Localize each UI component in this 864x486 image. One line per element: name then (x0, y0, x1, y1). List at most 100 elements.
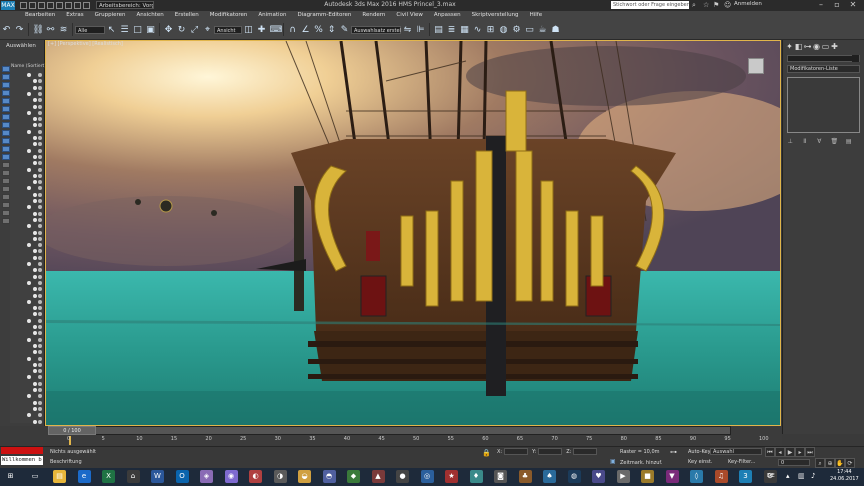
place-icon[interactable]: ⌖ (203, 25, 213, 35)
modify-tab-icon[interactable]: ◧ (794, 42, 803, 52)
rectangular-selection-icon[interactable]: □ (133, 25, 143, 35)
visibility-toggle-icon[interactable] (33, 350, 37, 355)
visibility-toggle-icon[interactable] (33, 79, 37, 84)
display-tab-icon[interactable]: ▭ (821, 42, 830, 52)
render-production-icon[interactable]: ☕ (538, 25, 548, 35)
scene-explorer-row[interactable] (10, 91, 43, 97)
freeze-toggle-icon[interactable] (38, 211, 42, 216)
scene-explorer-row[interactable] (10, 129, 43, 135)
freeze-toggle-icon[interactable] (38, 369, 42, 374)
menu-extras[interactable]: Extras (66, 11, 83, 20)
taskbar-clock[interactable]: 17:44 24.06.2017 (830, 469, 859, 483)
time-slider-track[interactable] (49, 426, 731, 435)
freeze-toggle-icon[interactable] (38, 413, 42, 418)
scene-explorer-row[interactable] (10, 343, 43, 349)
search-input[interactable]: Stichwort oder Frage eingeben (611, 1, 689, 9)
freeze-toggle-icon[interactable] (38, 192, 42, 197)
display-all-icon[interactable] (2, 82, 10, 88)
time-slider-thumb[interactable]: 0 / 100 (48, 426, 96, 435)
freeze-toggle-icon[interactable] (38, 167, 42, 172)
freeze-toggle-icon[interactable] (38, 173, 42, 178)
menu-diagramm-editoren[interactable]: Diagramm-Editoren (297, 11, 351, 20)
fetch-icon[interactable] (74, 2, 81, 9)
render-iterative-icon[interactable]: ☗ (551, 25, 561, 35)
display-cameras-icon[interactable] (2, 122, 10, 128)
visibility-toggle-icon[interactable] (27, 224, 31, 229)
freeze-toggle-icon[interactable] (38, 325, 42, 329)
freeze-toggle-icon[interactable] (38, 91, 42, 96)
viewport-label-menu[interactable]: [+] [Perspektive] [Realistisch] (48, 41, 123, 47)
select-move-icon[interactable]: ✥ (164, 25, 174, 35)
scene-explorer-row[interactable] (10, 318, 43, 324)
lock-selection-icon[interactable]: 🔒 (482, 449, 491, 457)
visibility-toggle-icon[interactable] (27, 148, 31, 153)
motion-tab-icon[interactable]: ◉ (812, 42, 821, 52)
app-icon[interactable]: ▲ (371, 470, 385, 483)
freeze-toggle-icon[interactable] (38, 419, 42, 424)
freeze-toggle-icon[interactable] (38, 400, 42, 405)
scene-explorer-row[interactable] (10, 286, 43, 292)
app-icon[interactable]: ♣ (518, 470, 532, 483)
app-icon[interactable]: ◎ (420, 470, 434, 483)
set-key-icon[interactable]: ⊶ (670, 448, 678, 456)
app-icon[interactable]: ◉ (224, 470, 238, 483)
volume-icon[interactable]: ♪ (811, 472, 815, 480)
visibility-toggle-icon[interactable] (33, 104, 37, 109)
scene-explorer-row[interactable] (10, 368, 43, 374)
menu-rendern[interactable]: Rendern (362, 11, 385, 20)
add-time-tag-button[interactable]: Zeitmark. hinzuf. (620, 460, 662, 466)
app-icon[interactable]: ◙ (494, 470, 507, 483)
visibility-toggle-icon[interactable] (33, 180, 37, 185)
y-coordinate-field[interactable] (538, 448, 563, 455)
visibility-toggle-icon[interactable] (33, 400, 37, 405)
menu-ansichten[interactable]: Ansichten (137, 11, 164, 20)
menu-civil-view[interactable]: Civil View (396, 11, 422, 20)
save-icon[interactable] (38, 2, 45, 9)
viewcube[interactable] (748, 58, 764, 74)
scene-explorer-row[interactable] (10, 267, 43, 273)
scene-explorer-row[interactable] (10, 173, 43, 179)
word-icon[interactable]: W (151, 470, 164, 483)
freeze-toggle-icon[interactable] (38, 217, 42, 222)
utilities-tab-icon[interactable]: ✚ (830, 42, 839, 52)
freeze-toggle-icon[interactable] (38, 406, 42, 411)
freeze-toggle-icon[interactable] (38, 199, 42, 203)
display-containers-icon[interactable] (2, 170, 10, 176)
visibility-toggle-icon[interactable] (27, 91, 31, 96)
scene-explorer-row[interactable] (10, 104, 43, 110)
menu-gruppieren[interactable]: Gruppieren (95, 11, 126, 20)
visibility-toggle-icon[interactable] (33, 388, 37, 392)
set-key-button[interactable]: Key einst. (688, 459, 712, 465)
modifier-stack[interactable] (787, 77, 860, 133)
current-frame-field[interactable]: 0 (778, 459, 810, 466)
visibility-toggle-icon[interactable] (27, 110, 31, 115)
object-name-field[interactable] (787, 55, 860, 62)
freeze-toggle-icon[interactable] (38, 293, 42, 298)
freeze-toggle-icon[interactable] (38, 350, 42, 355)
scene-explorer-row[interactable] (10, 400, 43, 406)
key-filters-button[interactable]: Key-Filter... (728, 459, 755, 465)
freeze-toggle-icon[interactable] (38, 154, 42, 159)
freeze-toggle-icon[interactable] (38, 331, 42, 336)
schematic-view-icon[interactable]: ⊞ (486, 25, 496, 35)
project-folder-icon[interactable] (83, 2, 90, 9)
render-setup-icon[interactable]: ⚙ (512, 25, 522, 35)
snaps-toggle-icon[interactable]: ∩ (288, 25, 298, 35)
spinner-snap-icon[interactable]: ⇕ (327, 25, 337, 35)
selection-filter-dropdown[interactable]: Alle (75, 25, 105, 34)
object-color-swatch[interactable] (852, 55, 859, 62)
freeze-toggle-icon[interactable] (38, 230, 42, 235)
freeze-toggle-icon[interactable] (38, 337, 42, 342)
visibility-toggle-icon[interactable] (33, 192, 37, 197)
scene-explorer-row[interactable] (10, 374, 43, 380)
add-time-tag-icon[interactable]: ▣ (610, 458, 616, 465)
z-coordinate-field[interactable] (573, 448, 598, 455)
app-icon[interactable]: ▼ (665, 470, 679, 483)
new-file-icon[interactable] (20, 2, 27, 9)
scene-explorer-column-header[interactable]: Name (Sortiert) (11, 64, 46, 69)
display-bones-icon[interactable] (2, 162, 10, 168)
maxscript-mini-listener[interactable]: Willkommen b (1, 456, 43, 465)
scene-explorer-row[interactable] (10, 198, 43, 204)
hierarchy-tab-icon[interactable]: ⊶ (803, 42, 812, 52)
scene-explorer-row[interactable] (10, 204, 43, 210)
